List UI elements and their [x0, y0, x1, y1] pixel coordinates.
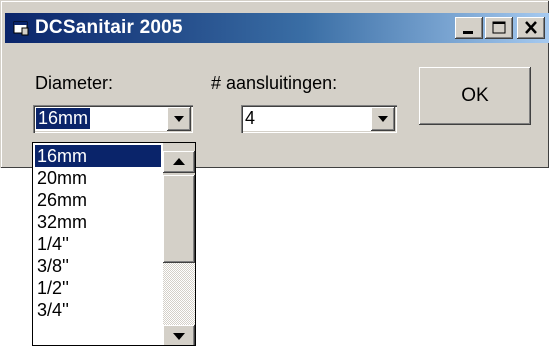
diameter-label: Diameter: [35, 73, 114, 93]
maximize-button[interactable] [485, 17, 513, 39]
window-title: DCSanitair 2005 [35, 17, 183, 38]
minimize-icon [463, 31, 473, 34]
aansluitingen-dropdown-button[interactable] [371, 107, 395, 131]
list-item[interactable]: 26mm [35, 189, 161, 211]
ok-button[interactable]: OK [419, 67, 531, 125]
close-icon [525, 21, 537, 34]
scroll-thumb[interactable] [163, 175, 195, 263]
list-item[interactable]: 1/4'' [35, 233, 161, 255]
chevron-down-icon [378, 116, 388, 122]
diameter-value: 16mm [36, 108, 91, 129]
diameter-dropdown-button[interactable] [167, 107, 191, 131]
list-item[interactable]: 3/4'' [35, 299, 161, 321]
aansluitingen-select[interactable]: 4 [241, 105, 397, 133]
ok-button-label: OK [461, 85, 489, 106]
dropdown-scrollbar[interactable] [163, 143, 195, 345]
list-item[interactable]: 1/2'' [35, 277, 161, 299]
chevron-up-icon [173, 158, 185, 165]
app-window-icon[interactable] [13, 20, 29, 36]
chevron-down-icon [174, 116, 184, 122]
list-item[interactable]: 32mm [35, 211, 161, 233]
list-item[interactable]: 20mm [35, 167, 161, 189]
aansluitingen-label: # aansluitingen: [211, 73, 338, 93]
scroll-track[interactable] [163, 263, 195, 325]
diameter-select[interactable]: 16mm [33, 105, 193, 133]
close-button[interactable] [517, 17, 545, 39]
scroll-down-button[interactable] [163, 325, 195, 345]
title-bar[interactable]: DCSanitair 2005 [5, 13, 549, 43]
aansluitingen-value: 4 [245, 108, 256, 128]
chevron-down-icon [173, 333, 185, 340]
scroll-up-button[interactable] [163, 151, 195, 173]
list-item[interactable]: 3/8'' [35, 255, 161, 277]
minimize-button[interactable] [455, 17, 483, 39]
diameter-dropdown-list[interactable]: 16mm 20mm 26mm 32mm 1/4'' 3/8'' 1/2'' 3/… [32, 142, 196, 346]
maximize-icon [492, 21, 506, 34]
list-item[interactable]: 16mm [35, 145, 161, 167]
